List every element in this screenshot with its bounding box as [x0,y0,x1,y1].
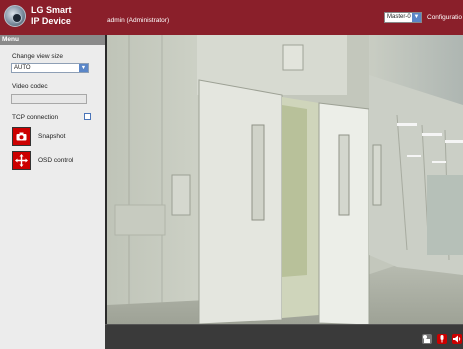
chevron-down-icon[interactable]: ▼ [79,64,88,72]
live-video-feed[interactable] [107,35,463,324]
menu-header: Menu [0,35,105,45]
configuration-link[interactable]: Configuratio [427,14,462,21]
ptz-icon[interactable] [422,334,432,344]
camera-icon [16,132,27,141]
tcp-connection-label: TCP connection [12,114,59,121]
view-size-value: AUTO [14,65,31,71]
stream-select-value: Master-0 [387,14,411,20]
chevron-down-icon[interactable]: ▼ [412,13,421,22]
sidebar: Menu Change view size AUTO ▼ Video codec… [0,35,105,349]
view-size-label: Change view size [12,53,63,60]
camera-image [107,35,463,324]
osd-control-label: OSD control [38,157,74,164]
snapshot-label: Snapshot [38,133,66,140]
view-size-select[interactable]: AUTO ▼ [11,63,89,73]
lg-logo-icon [4,5,26,27]
user-label: admin (Administrator) [107,17,170,24]
osd-control-button[interactable] [12,151,31,170]
video-codec-label: Video codec [12,83,48,90]
brand-title: LG Smart IP Device [31,5,72,27]
stream-select[interactable]: Master-0 ▼ [384,12,422,23]
speaker-icon[interactable] [452,334,462,344]
snapshot-button[interactable] [12,127,31,146]
brand-line-1: LG Smart [31,5,72,15]
microphone-icon[interactable] [437,334,447,344]
move-arrows-icon [15,154,28,167]
video-control-bar [105,324,463,349]
brand-line-2: IP Device [31,16,71,26]
tcp-connection-checkbox[interactable] [84,113,91,120]
video-codec-field [11,94,87,104]
top-header: LG Smart IP Device admin (Administrator)… [0,0,463,35]
